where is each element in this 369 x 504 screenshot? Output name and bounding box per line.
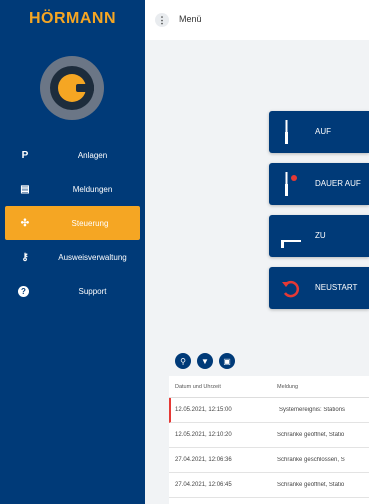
table-header: Datum und Uhrzeit Meldung [169,376,369,398]
search-icon[interactable]: ⚲ [175,353,191,369]
restart-icon [282,280,300,298]
permanent-open-button[interactable]: DAUER AUF [269,163,369,205]
sidebar-item-meldungen[interactable]: ▤ Meldungen [0,172,145,206]
brand-logo-icon [40,56,104,120]
sidebar-item-label: Meldungen [72,184,113,194]
events-table: Datum und Uhrzeit Meldung 12.05.2021, 12… [169,376,369,504]
column-header-message[interactable]: Meldung [277,384,369,390]
row-date: 27.04.2021, 12:06:45 [175,482,232,488]
key-icon: ⚷ [21,251,29,263]
export-icon[interactable]: ▣ [219,353,235,369]
permanent-open-button-label: DAUER AUF [315,179,361,188]
control-icon: ✣ [20,217,30,229]
row-date: 12.05.2021, 12:10:20 [175,432,232,438]
row-message: Systemereignis: Stations [279,407,346,413]
sidebar-item-label: Anlagen [77,150,108,160]
parking-icon: P [21,149,29,161]
column-header-date[interactable]: Datum und Uhrzeit [169,384,277,390]
row-message: Schranke geschlossen, S [277,457,345,463]
sidebar-item-label: Steuerung [71,218,109,228]
row-date: 27.04.2021, 12:06:36 [175,457,232,463]
sidebar-nav: P Anlagen ▤ Meldungen ✣ Steuerung ⚷ Ausw… [0,138,145,308]
sidebar-item-label: Support [78,286,107,296]
barrier-down-icon [281,240,301,248]
open-button[interactable]: AUF [269,111,369,153]
filter-icon[interactable]: ▼ [197,353,213,369]
menu-label[interactable]: Menü [179,14,202,24]
open-button-label: AUF [315,127,331,136]
brand-logo-text: HÖRMANN [28,10,117,27]
message-icon: ▤ [20,183,30,195]
table-toolbar: ⚲ ▼ ▣ [175,353,235,369]
sidebar-item-anlagen[interactable]: P Anlagen [0,138,145,172]
sidebar-item-label: Ausweisverwaltung [58,252,127,262]
table-row[interactable]: 27.04.2021, 12:06:45 Schranke geöffnet, … [169,473,369,498]
barrier-up-icon [285,120,288,144]
sidebar-item-steuerung[interactable]: ✣ Steuerung [5,206,140,240]
table-row[interactable]: 12.05.2021, 12:10:20 Schranke geöffnet, … [169,423,369,448]
sidebar: HÖRMANN P Anlagen ▤ Meldungen ✣ Steuerun… [0,0,145,504]
close-button-label: ZU [315,231,326,240]
help-icon: ? [18,285,29,297]
sidebar-item-ausweisverwaltung[interactable]: ⚷ Ausweisverwaltung [0,240,145,274]
table-row[interactable]: 27.04.2021, 12:06:36 Schranke geschlosse… [169,448,369,473]
row-message: Schranke geöffnet, Statio [277,482,345,488]
barrier-permanent-open-icon [285,172,297,196]
menu-icon[interactable]: ⋮ [155,13,169,27]
restart-button[interactable]: NEUSTART [269,267,369,309]
close-button[interactable]: ZU [269,215,369,257]
restart-button-label: NEUSTART [315,283,358,292]
top-bar: ⋮ Menü [145,0,369,40]
row-date: 12.05.2021, 12:15:00 [175,407,232,413]
row-message: Schranke geöffnet, Statio [277,432,345,438]
sidebar-item-support[interactable]: ? Support [0,274,145,308]
table-row[interactable]: 12.05.2021, 12:15:00 Systemereignis: Sta… [169,398,369,423]
